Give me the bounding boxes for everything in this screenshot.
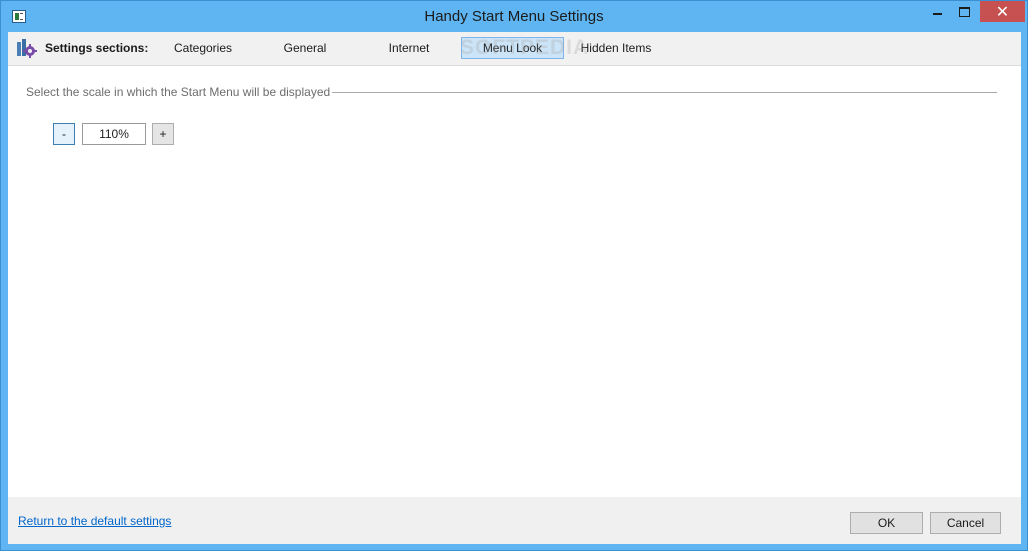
reset-defaults-link[interactable]: Return to the default settings: [18, 514, 171, 528]
tab-categories[interactable]: Categories: [161, 37, 245, 59]
maximize-icon: [959, 6, 970, 17]
scale-value-field[interactable]: 110%: [82, 123, 146, 145]
ok-button[interactable]: OK: [850, 512, 923, 534]
settings-window: Handy Start Menu Settings ✕ Settings sec…: [0, 0, 1028, 551]
close-icon: ✕: [995, 3, 1010, 21]
close-button[interactable]: ✕: [980, 1, 1025, 22]
tab-menu-look[interactable]: Menu Look: [461, 37, 564, 59]
group-divider: [332, 92, 997, 93]
settings-sections-icon: [17, 39, 37, 58]
settings-sections-label: Settings sections:: [45, 41, 149, 55]
minimize-button[interactable]: [924, 1, 950, 22]
tab-internet[interactable]: Internet: [374, 37, 444, 59]
title-bar[interactable]: Handy Start Menu Settings ✕: [1, 1, 1027, 31]
dialog-footer: Return to the default settings OK Cancel: [8, 497, 1021, 544]
settings-client-area: Settings sections: Categories General In…: [8, 32, 1021, 544]
scale-increment-button[interactable]: +: [152, 123, 174, 145]
window-title: Handy Start Menu Settings: [424, 8, 604, 25]
scale-group-label: Select the scale in which the Start Menu…: [26, 85, 331, 99]
sections-toolbar: Settings sections: Categories General In…: [8, 32, 1021, 66]
maximize-button[interactable]: [951, 1, 978, 22]
tab-general[interactable]: General: [270, 37, 340, 59]
minimize-icon: [932, 13, 942, 15]
cancel-button[interactable]: Cancel: [930, 512, 1001, 534]
scale-group: Select the scale in which the Start Menu…: [26, 85, 997, 101]
scale-decrement-button[interactable]: -: [53, 123, 75, 145]
tab-hidden-items[interactable]: Hidden Items: [571, 37, 661, 59]
